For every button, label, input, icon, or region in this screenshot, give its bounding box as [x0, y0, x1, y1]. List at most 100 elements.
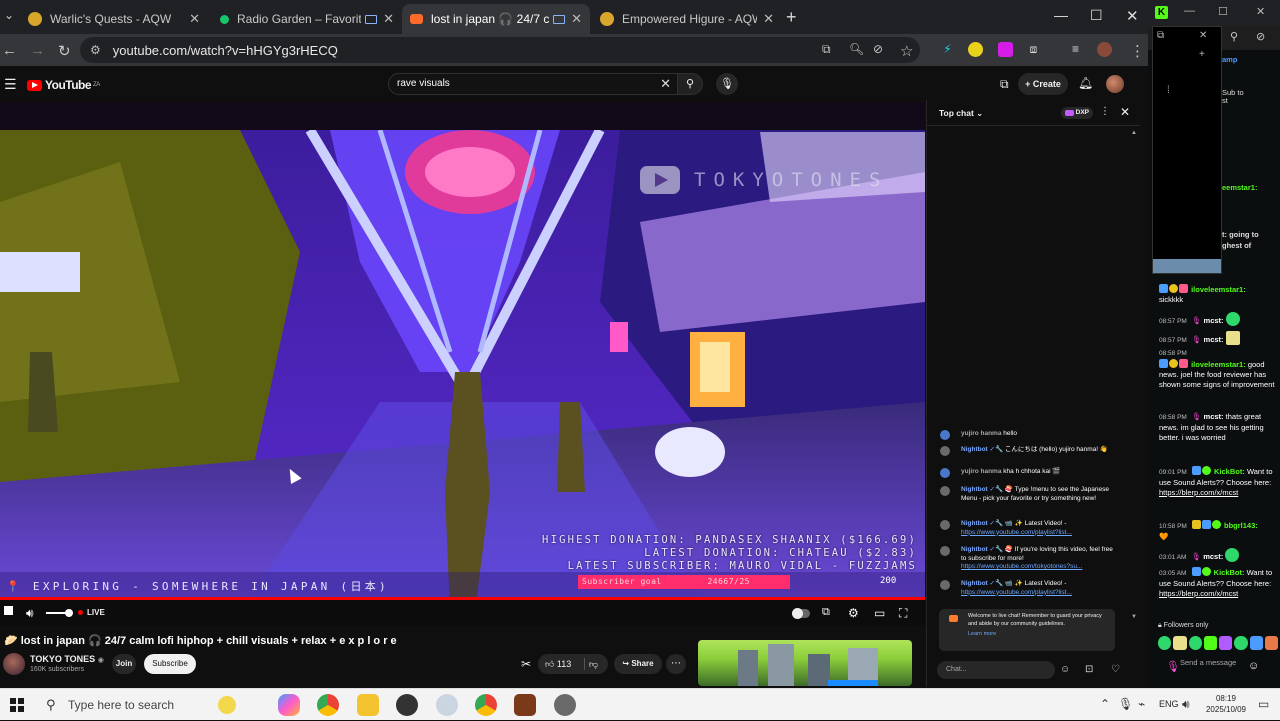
extension-icon[interactable]	[968, 42, 983, 57]
chat-link[interactable]: https://www.youtube.com/playlist?list...	[961, 529, 1072, 536]
emote-icon[interactable]	[1234, 636, 1248, 650]
kick-link[interactable]: https://blerp.com/x/mcst	[1159, 589, 1238, 598]
kick-username[interactable]: bbgrl143:	[1224, 521, 1258, 530]
kick-username[interactable]: KickBot:	[1214, 467, 1245, 476]
more-actions-button[interactable]: ⋯	[666, 654, 686, 674]
chat-more-icon[interactable]: ⋮	[1100, 106, 1110, 117]
browser-menu-icon[interactable]: ⋮	[1130, 42, 1145, 60]
mic-icon[interactable]: 🎙︎	[1118, 697, 1133, 711]
emote-icon[interactable]	[1264, 636, 1278, 650]
tab-warlics-quests[interactable]: Warlic's Quests - AQW ✕	[20, 4, 208, 34]
maximize-icon[interactable]: ☐	[1218, 5, 1228, 18]
account-avatar[interactable]	[1106, 75, 1124, 93]
chat-author[interactable]: Nightbot ✓🔧	[961, 520, 1003, 527]
chat-author[interactable]: yujiro hanma	[961, 468, 1001, 475]
new-tab-button[interactable]: +	[786, 7, 797, 28]
learn-more-link[interactable]: Learn more	[968, 631, 1109, 639]
tracking-off-icon[interactable]: ⊘	[873, 42, 883, 56]
subscribe-button[interactable]: Subscribe	[144, 654, 196, 674]
volume-icon[interactable]: 🔊︎	[26, 606, 34, 621]
join-button[interactable]: Join	[112, 654, 136, 674]
reload-icon[interactable]: ↻	[58, 42, 71, 60]
chrome-alt-icon[interactable]	[475, 694, 497, 716]
obs-icon[interactable]	[396, 694, 418, 716]
tab-search-dropdown-icon[interactable]: ⌄	[4, 8, 14, 22]
kick-username[interactable]: mcst:	[1203, 552, 1223, 561]
kick-username[interactable]: mcst:	[1204, 316, 1224, 325]
tab-close-icon[interactable]: ✕	[383, 11, 394, 27]
kick-username[interactable]: KickBot:	[1214, 568, 1245, 577]
media-control-icon[interactable]: ≡	[1068, 42, 1083, 57]
dislike-button[interactable]: 👎︎	[589, 654, 598, 674]
zoom-icon[interactable]: ⚲	[1230, 30, 1238, 43]
channel-avatar[interactable]	[3, 653, 25, 675]
send-message-input[interactable]: Send a message	[1180, 658, 1240, 667]
heart-icon[interactable]: ♡	[1111, 664, 1120, 675]
site-info-icon[interactable]: ⚙	[90, 43, 101, 57]
settings-gear-icon[interactable]: ⚙	[848, 606, 859, 620]
recommended-video-thumbnail[interactable]	[698, 640, 912, 686]
chat-author[interactable]: Nightbot ✓🔧	[961, 580, 1003, 587]
super-chat-icon[interactable]: ⊡	[1085, 664, 1093, 675]
kick-link[interactable]: https://blerp.com/x/mcst	[1159, 488, 1238, 497]
tracking-off-icon[interactable]: ⊘	[1256, 30, 1265, 43]
voice-search-mic-icon[interactable]: 🎙︎	[716, 73, 738, 95]
windows-start-icon[interactable]	[10, 698, 24, 712]
chat-author[interactable]: Nightbot ✓🔧	[961, 446, 1003, 453]
close-window-icon[interactable]: ✕	[1126, 7, 1139, 25]
tab-close-icon[interactable]: ✕	[189, 11, 200, 27]
volume-icon[interactable]: 🔊︎	[1182, 697, 1190, 712]
emote-icon[interactable]	[1188, 636, 1202, 650]
minimize-icon[interactable]: —	[1184, 5, 1195, 17]
forward-icon[interactable]: →	[30, 42, 45, 59]
fullscreen-icon[interactable]: ⛶	[899, 606, 907, 621]
clear-search-icon[interactable]: ✕	[660, 74, 671, 94]
app-icon[interactable]	[436, 694, 458, 716]
app-icon[interactable]	[554, 694, 576, 716]
scroll-down-icon[interactable]: ▼	[1131, 614, 1137, 620]
top-chat-dropdown[interactable]: Top chat ⌄	[939, 108, 983, 119]
mic-icon[interactable]: 🎙︎	[1166, 660, 1180, 673]
youtube-logo[interactable]: YouTube ZA	[27, 78, 100, 92]
copilot-icon[interactable]	[278, 694, 300, 716]
tab-lost-in-japan[interactable]: lost in japan 🎧 24/7 c ✕	[402, 4, 590, 34]
bookmark-star-icon[interactable]: ☆	[900, 42, 913, 60]
chat-author[interactable]: Nightbot ✓🔧	[961, 486, 1003, 493]
popup-close-icon[interactable]: ✕	[1199, 30, 1207, 41]
chat-author[interactable]: yujiro hanma	[961, 430, 1001, 437]
chat-scrollbar[interactable]: ▲ ▼	[1131, 130, 1138, 620]
autoplay-toggle[interactable]	[792, 608, 810, 619]
close-chat-icon[interactable]: ✕	[1120, 105, 1130, 119]
tab-close-icon[interactable]: ✕	[571, 11, 582, 27]
like-button[interactable]: 👍︎ 113	[545, 654, 571, 674]
maximize-icon[interactable]: ☐	[1090, 7, 1103, 24]
kick-username[interactable]: mcst:	[1204, 412, 1224, 421]
popup-add-icon[interactable]: +	[1199, 49, 1205, 60]
scroll-up-icon[interactable]: ▲	[1131, 130, 1137, 136]
extension-icon[interactable]	[998, 42, 1013, 57]
kick-username[interactable]: iloveleemstar1:	[1191, 285, 1246, 294]
network-icon[interactable]: ⌁	[1138, 697, 1145, 711]
search-highlight-icon[interactable]	[218, 696, 236, 714]
video-player[interactable]: TOKYOTONES HIGHEST DONATION: PANDASEX SH…	[0, 102, 925, 598]
dxp-badge[interactable]: DXP	[1061, 107, 1093, 119]
channel-name[interactable]: TOKYO TONES ◉	[30, 654, 104, 664]
emote-icon[interactable]	[1203, 636, 1217, 650]
youtube-search-input[interactable]: rave visuals ✕	[388, 73, 678, 95]
extension-icon[interactable]: ⚡	[940, 42, 955, 57]
theater-mode-icon[interactable]: ▭	[874, 606, 885, 620]
stop-icon[interactable]	[4, 606, 13, 615]
chat-link[interactable]: https://www.youtube.com/tokyotones?su...	[961, 563, 1082, 570]
kick-username[interactable]: iloveleemstar1:	[1191, 360, 1246, 369]
volume-slider[interactable]	[46, 609, 73, 617]
tab-radio-garden[interactable]: Radio Garden – Favorites ✕	[212, 4, 402, 34]
file-explorer-icon[interactable]	[357, 694, 379, 716]
notification-icon[interactable]: ▭	[1258, 697, 1269, 711]
search-button[interactable]: ⚲	[677, 73, 703, 95]
live-badge[interactable]: LIVE	[78, 608, 105, 617]
cast-icon[interactable]: ⧉	[1000, 77, 1009, 92]
taskbar-search-input[interactable]: ⚲ Type here to search	[44, 691, 274, 719]
emote-icon[interactable]	[1219, 636, 1233, 650]
emote-icon[interactable]	[1249, 636, 1263, 650]
emote-picker-icon[interactable]: ☺	[1248, 660, 1259, 672]
